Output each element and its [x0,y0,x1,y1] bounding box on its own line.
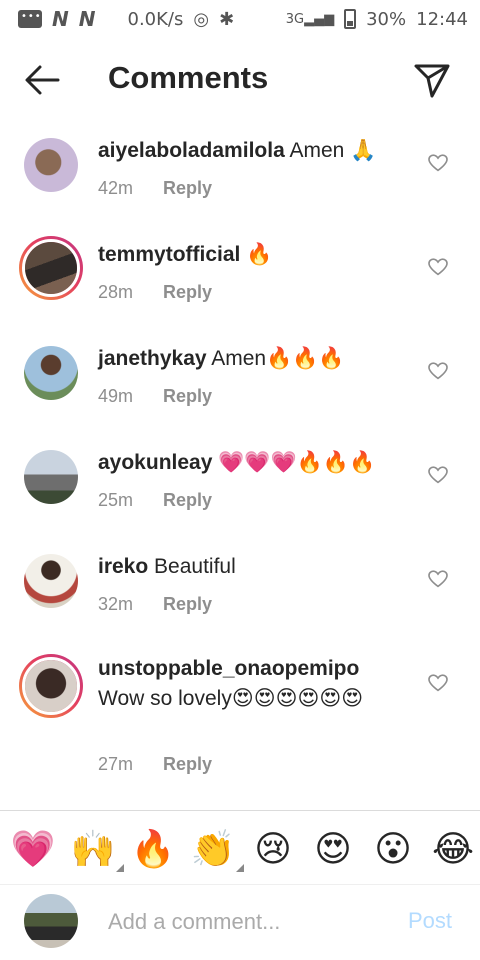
bluetooth-icon: ✱ [219,8,235,30]
comment-meta: 25m Reply [98,490,212,511]
comment-body: 🔥 [246,243,273,266]
comment-meta: 49m Reply [98,386,212,407]
emoji-heart-eyes-button[interactable]: 😍 [308,826,358,874]
like-heart-icon[interactable] [428,570,448,588]
comment-time: 27m [98,754,134,774]
signal-icon: 3G▂▄▆ [285,11,335,27]
like-heart-icon[interactable] [428,466,448,484]
avatar[interactable] [19,236,83,300]
network-type: 3G [285,11,305,27]
comment-meta: 32m Reply [98,594,212,615]
emoji-crying-button[interactable]: 😢 [248,826,298,874]
skin-tone-indicator-icon [116,864,124,872]
comment-username[interactable]: ireko [98,555,148,578]
n-notification-icon: N [52,7,69,31]
comment-text: ayokunleay 💗💗💗🔥🔥🔥 [98,448,420,478]
comment-input[interactable] [108,906,388,938]
comment-meta: 42m Reply [98,178,212,199]
comment-composer: Post [0,892,480,956]
like-heart-icon[interactable] [428,362,448,380]
avatar[interactable] [24,554,78,608]
emoji-fire-button[interactable]: 🔥 [128,826,178,874]
divider [0,810,480,811]
battery-icon [344,9,357,29]
comment-username[interactable]: unstoppable_onaopemipo [98,657,359,680]
status-bar: N N 0.0K/s ◎ ✱ 3G▂▄▆ 30% 12:44 [0,0,480,38]
current-user-avatar [24,894,78,948]
reply-button[interactable]: Reply [163,178,212,199]
emoji-surprised-button[interactable]: 😮 [368,826,418,874]
comment-username[interactable]: aiyelaboladamilola [98,139,285,162]
chat-notification-icon [18,10,42,28]
avatar[interactable] [19,654,83,718]
emoji-glyph: 🙌 [70,829,116,870]
reply-button[interactable]: Reply [163,594,212,615]
comment-text: temmytofficial 🔥 [98,240,420,270]
reply-button[interactable]: Reply [163,490,212,511]
paper-plane-icon [414,64,450,98]
hotspot-icon: ◎ [193,8,210,30]
comment-time: 42m [98,178,134,198]
like-heart-icon[interactable] [428,674,448,692]
reply-button[interactable]: Reply [163,754,212,775]
comment-meta: 28m Reply [98,282,212,303]
avatar[interactable] [24,346,78,400]
comment-time: 49m [98,386,134,406]
battery-percent: 30% [366,8,407,30]
emoji-clap-button[interactable]: 👏 [188,826,244,874]
comment-time: 28m [98,282,134,302]
comment-username[interactable]: ayokunleay [98,451,212,474]
divider [0,884,480,885]
comment-body: Amen🔥🔥🔥 [211,347,345,370]
comment-text: ireko Beautiful [98,552,420,582]
net-speed: 0.0K/s [127,8,184,30]
page-title: Comments [108,60,269,95]
direct-share-button[interactable] [412,60,452,100]
comment-username[interactable]: janethykay [98,347,207,370]
emoji-laughing-button[interactable]: 😂 [428,826,478,874]
avatar[interactable] [24,450,78,504]
n-notification-icon-2: N [78,7,96,31]
comment-text: aiyelaboladamilola Amen 🙏 [98,136,420,166]
like-heart-icon[interactable] [428,154,448,172]
back-button[interactable] [22,62,62,98]
reply-button[interactable]: Reply [163,386,212,407]
reply-button[interactable]: Reply [163,282,212,303]
emoji-quick-bar: 💗 🙌 🔥 👏 😢 😍 😮 😂 [8,818,480,882]
comment-body: Wow so lovely😍😍😍😍😍😍 [98,687,364,710]
like-heart-icon[interactable] [428,258,448,276]
post-button[interactable]: Post [408,908,452,934]
comment-body: 💗💗💗🔥🔥🔥 [218,451,376,474]
comment-body: Beautiful [154,555,236,578]
comment-text: janethykay Amen🔥🔥🔥 [98,344,420,374]
comment-time: 25m [98,490,134,510]
emoji-heart-button[interactable]: 💗 [8,826,58,874]
emoji-glyph: 👏 [190,829,236,870]
comment-meta: 27m Reply [98,754,212,775]
emoji-raised-hands-button[interactable]: 🙌 [68,826,124,874]
skin-tone-indicator-icon [236,864,244,872]
back-arrow-icon [25,65,60,95]
comment-time: 32m [98,594,134,614]
clock: 12:44 [416,8,468,30]
comment-username[interactable]: temmytofficial [98,243,240,266]
avatar[interactable] [24,138,78,192]
header: Comments [0,50,480,110]
comment-body: Amen 🙏 [289,139,377,162]
comment-text: unstoppable_onaopemipo Wow so lovely😍😍😍😍… [98,654,410,714]
